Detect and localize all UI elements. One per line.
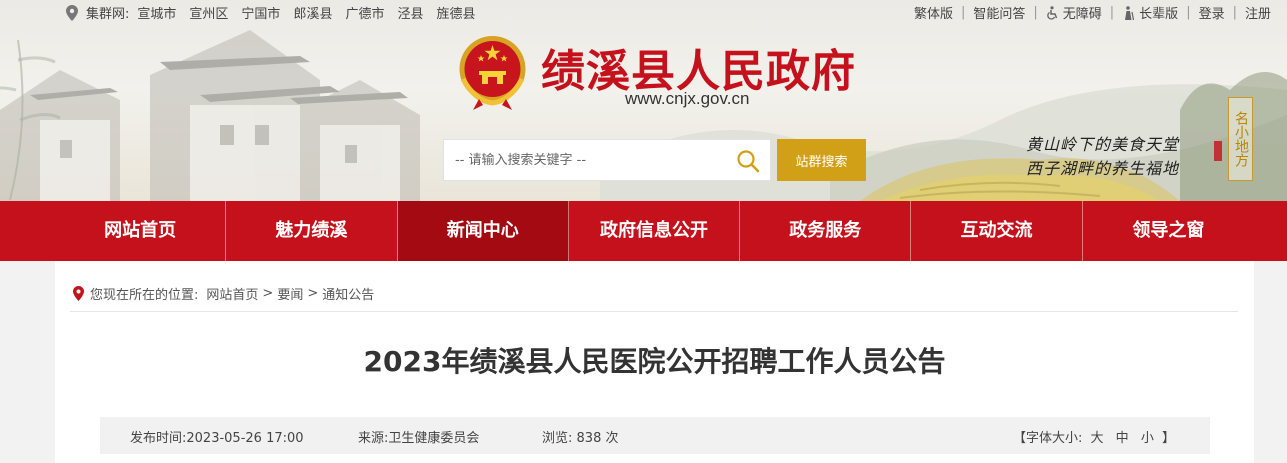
font-size-small[interactable]: 小 — [1141, 431, 1154, 446]
login-link[interactable]: 登录 — [1199, 3, 1225, 22]
accessibility-link[interactable]: 无障碍 — [1046, 3, 1102, 22]
seal-text: 名小地方 — [1228, 97, 1253, 181]
view-count-value: 838 次 — [576, 431, 619, 446]
view-count: 浏览: 838 次 — [542, 427, 618, 446]
register-link[interactable]: 注册 — [1245, 3, 1271, 22]
nav-item-charm-jixi[interactable]: 魅力绩溪 — [226, 201, 398, 261]
divider: | — [1186, 5, 1191, 20]
nav-item-interaction[interactable]: 互动交流 — [911, 201, 1083, 261]
breadcrumb-key-news[interactable]: 要闻 — [277, 284, 303, 303]
publish-time-value: 2023-05-26 17:00 — [186, 431, 304, 446]
publish-time-label: 发布时间: — [130, 431, 187, 446]
breadcrumb-notices[interactable]: 通知公告 — [322, 284, 374, 303]
breadcrumb-separator: > — [262, 286, 274, 301]
map-pin-icon — [66, 4, 78, 21]
smart-qa-link[interactable]: 智能问答 — [973, 3, 1025, 22]
county-link-langxi[interactable]: 郎溪县 — [293, 3, 332, 22]
nav-item-leaders[interactable]: 领导之窗 — [1083, 201, 1254, 261]
location-pin-icon — [73, 286, 84, 301]
top-bar: 集群网: 宣城市 宣州区 宁国市 郎溪县 广德市 泾县 旌德县 繁体版 | 智能… — [0, 0, 1287, 24]
main-nav: 网站首页 魅力绩溪 新闻中心 政府信息公开 政务服务 互动交流 领导之窗 — [0, 201, 1287, 261]
county-link-jingxian[interactable]: 泾县 — [397, 3, 423, 22]
site-group-search-button[interactable]: 站群搜索 — [777, 139, 866, 181]
slogan: 黄山岭下的美食天堂 西子湖畔的养生福地 — [1026, 133, 1179, 181]
divider: | — [1033, 5, 1038, 20]
breadcrumb-home[interactable]: 网站首页 — [206, 284, 258, 303]
national-emblem-icon[interactable] — [455, 33, 530, 111]
elder-version-link[interactable]: 长辈版 — [1122, 3, 1178, 22]
content-panel: 您现在所在的位置: 网站首页 > 要闻 > 通知公告 2023年绩溪县人民医院公… — [55, 261, 1254, 463]
person-icon — [1125, 6, 1135, 20]
nav-item-gov-services[interactable]: 政务服务 — [740, 201, 912, 261]
source-label: 来源: — [358, 431, 389, 446]
county-link-xuancheng[interactable]: 宣城市 — [137, 3, 176, 22]
nav-item-home[interactable]: 网站首页 — [55, 201, 227, 261]
source-value: 卫生健康委员会 — [388, 431, 480, 446]
utility-links: 繁体版 | 智能问答 | 无障碍 | 长辈版 | 登录 | 注册 — [914, 3, 1271, 22]
site-url: www.cnjx.gov.cn — [625, 89, 750, 108]
font-size-label: 【字体大小: — [1012, 431, 1083, 446]
font-size-medium[interactable]: 中 — [1116, 431, 1129, 446]
divider: | — [960, 5, 966, 20]
county-link-jingde[interactable]: 旌德县 — [436, 3, 475, 22]
search-box — [443, 139, 771, 181]
font-size-close: 】 — [1161, 431, 1175, 446]
article-title: 2023年绩溪县人民医院公开招聘工作人员公告 — [363, 345, 946, 378]
traditional-chinese-link[interactable]: 繁体版 — [914, 3, 953, 22]
font-size-control: 【字体大小: 大 中 小 】 — [1013, 427, 1175, 446]
breadcrumb-prefix: 您现在所在的位置: — [90, 288, 199, 303]
wheelchair-icon — [1047, 6, 1057, 20]
slogan-line-2: 西子湖畔的养生福地 — [1026, 159, 1180, 178]
nav-item-news-center[interactable]: 新闻中心 — [397, 201, 569, 261]
view-count-label: 浏览: — [542, 431, 573, 446]
breadcrumb: 您现在所在的位置: 网站首页 > 要闻 > 通知公告 — [73, 284, 374, 303]
county-link-guangde[interactable]: 广德市 — [345, 3, 384, 22]
source: 来源:卫生健康委员会 — [358, 427, 479, 446]
county-group-label: 集群网: — [86, 7, 130, 22]
font-size-large[interactable]: 大 — [1091, 431, 1104, 446]
county-site-group: 集群网: 宣城市 宣州区 宁国市 郎溪县 广德市 泾县 旌德县 — [66, 3, 489, 22]
red-seal-stamp — [1214, 141, 1222, 161]
magnifier-icon[interactable] — [736, 149, 760, 173]
breadcrumb-separator: > — [307, 286, 319, 301]
article-meta-bar: 发布时间:2023-05-26 17:00 来源:卫生健康委员会 浏览: 838… — [100, 417, 1210, 454]
divider: | — [1109, 5, 1115, 20]
elder-version-label: 长辈版 — [1139, 7, 1179, 22]
county-link-ningguo[interactable]: 宁国市 — [241, 3, 280, 22]
publish-time: 发布时间:2023-05-26 17:00 — [130, 427, 304, 446]
nav-items: 网站首页 魅力绩溪 新闻中心 政府信息公开 政务服务 互动交流 领导之窗 — [55, 201, 1254, 261]
breadcrumb-divider — [70, 311, 1238, 312]
divider: | — [1232, 5, 1237, 20]
slogan-line-1: 黄山岭下的美食天堂 — [1026, 135, 1180, 154]
accessibility-label: 无障碍 — [1062, 7, 1102, 22]
nav-item-gov-info-disclosure[interactable]: 政府信息公开 — [569, 201, 741, 261]
county-link-xuanzhou[interactable]: 宣州区 — [189, 3, 228, 22]
search-input[interactable] — [444, 140, 724, 180]
